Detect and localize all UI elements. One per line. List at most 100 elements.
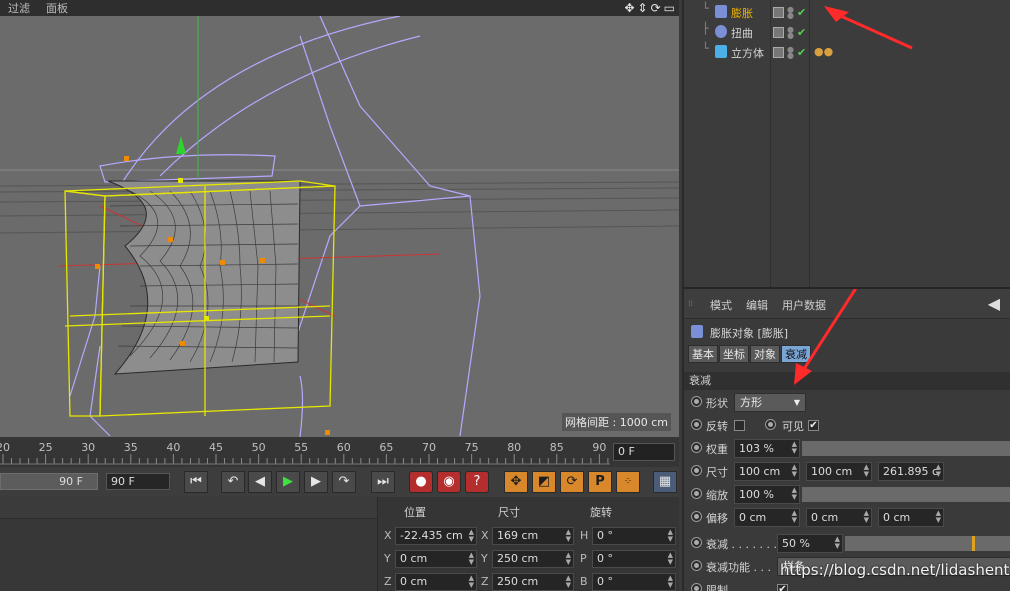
tick-label: 35: [124, 441, 138, 454]
spinner-icon[interactable]: ▲ ▼: [469, 575, 474, 589]
spinner-icon[interactable]: ▲ ▼: [936, 510, 941, 524]
go-end-icon[interactable]: ⏭: [371, 471, 395, 493]
tab-coord[interactable]: 坐标: [719, 345, 749, 363]
menu-filter[interactable]: 过滤: [8, 0, 30, 16]
row-shape: 形状 方形 ▼: [684, 391, 1010, 414]
offset-z-field[interactable]: 0 cm ▲ ▼: [878, 508, 944, 527]
spinner-icon[interactable]: ▲ ▼: [668, 575, 673, 589]
spinner-icon[interactable]: ▲ ▼: [792, 441, 797, 455]
menu-panel[interactable]: 面板: [46, 0, 68, 16]
visible-checkbox[interactable]: ✔: [808, 420, 819, 431]
field-value: 0 cm: [883, 511, 911, 524]
anim-radio-icon[interactable]: [691, 396, 702, 407]
position-y-field[interactable]: 0 cm ▲ ▼: [395, 550, 477, 568]
ruler-ticks[interactable]: 20 25 30 35 40 45 50 55 60 65 70 75 80 85 90: [0, 437, 610, 467]
anim-radio-icon[interactable]: [691, 511, 702, 522]
maximize-icon[interactable]: ▭: [664, 1, 675, 15]
parameter-icon[interactable]: P: [588, 471, 612, 493]
menu-mode[interactable]: 模式: [710, 297, 732, 313]
shape-dropdown[interactable]: 方形 ▼: [734, 393, 806, 412]
rotation-p-field[interactable]: 0 ° ▲ ▼: [592, 550, 676, 568]
anim-radio-icon[interactable]: [691, 583, 702, 591]
spinner-icon[interactable]: ▲ ▼: [936, 464, 941, 478]
preview-end-slider[interactable]: 90 F: [0, 473, 98, 490]
tick-label: 40: [166, 441, 180, 454]
spinner-icon[interactable]: ▲ ▼: [792, 464, 797, 478]
limit-checkbox[interactable]: ✔: [777, 584, 788, 591]
anim-radio-icon[interactable]: [765, 419, 776, 430]
weight-label: 权重: [706, 443, 728, 456]
move-view-icon[interactable]: ✥: [624, 1, 634, 15]
size-x-field[interactable]: 169 cm ▲ ▼: [492, 527, 574, 545]
play-icon[interactable]: ▶: [276, 471, 300, 493]
rotate-tool-icon[interactable]: ⟳: [560, 471, 584, 493]
timeline-icon[interactable]: ▦: [653, 471, 677, 493]
back-arrow-icon[interactable]: ◀: [988, 294, 1000, 313]
prev-frame-icon[interactable]: ◀: [248, 471, 272, 493]
spinner-icon[interactable]: ▲ ▼: [566, 575, 571, 589]
tab-basic[interactable]: 基本: [688, 345, 718, 363]
spinner-icon[interactable]: ▲ ▼: [864, 510, 869, 524]
size-z-field[interactable]: 261.895 c ▲ ▼: [878, 462, 944, 481]
spinner-icon[interactable]: ▲ ▼: [864, 464, 869, 478]
spinner-icon[interactable]: ▲ ▼: [566, 552, 571, 566]
anim-radio-icon[interactable]: [691, 488, 702, 499]
anim-radio-icon[interactable]: [691, 419, 702, 430]
falloff-field[interactable]: 50 % ▲ ▼: [777, 534, 843, 553]
position-x-field[interactable]: -22.435 cm ▲ ▼: [395, 527, 477, 545]
points-icon[interactable]: ⁘: [616, 471, 640, 493]
menu-edit[interactable]: 编辑: [746, 297, 768, 313]
grip-icon[interactable]: ⁞⁞: [688, 299, 693, 308]
scale-tool-icon[interactable]: ◩: [532, 471, 556, 493]
y-axis-handle[interactable]: [176, 136, 186, 154]
anim-radio-icon[interactable]: [691, 442, 702, 453]
tick-label: 45: [209, 441, 223, 454]
next-frame-icon[interactable]: ▶: [304, 471, 328, 493]
anim-radio-icon[interactable]: [691, 537, 702, 548]
size-z-field[interactable]: 250 cm ▲ ▼: [492, 573, 574, 591]
spinner-icon[interactable]: ▲ ▼: [469, 529, 474, 543]
weight-field[interactable]: 103 % ▲ ▼: [734, 439, 800, 458]
autokey-icon[interactable]: ◉: [437, 471, 461, 493]
offset-x-field[interactable]: 0 cm ▲ ▼: [734, 508, 800, 527]
spinner-icon[interactable]: ▲ ▼: [668, 529, 673, 543]
spinner-icon[interactable]: ▲ ▼: [835, 536, 840, 550]
spinner-icon[interactable]: ▲ ▼: [792, 510, 797, 524]
anim-radio-icon[interactable]: [691, 560, 702, 571]
tab-object[interactable]: 对象: [750, 345, 780, 363]
dolly-icon[interactable]: ⇕: [638, 1, 648, 15]
weight-slider[interactable]: [802, 441, 1010, 456]
timeline-ruler[interactable]: 20 25 30 35 40 45 50 55 60 65 70 75 80 85 90 0 F: [0, 437, 679, 467]
size-y-field[interactable]: 100 cm ▲ ▼: [806, 462, 872, 481]
rotation-b-field[interactable]: 0 ° ▲ ▼: [592, 573, 676, 591]
keyframe-help-icon[interactable]: ?: [465, 471, 489, 493]
go-start-icon[interactable]: ⏮: [184, 471, 208, 493]
spinner-icon[interactable]: ▲ ▼: [469, 552, 474, 566]
prev-key-icon[interactable]: ↶: [221, 471, 245, 493]
record-icon[interactable]: ●: [409, 471, 433, 493]
end-frame-field[interactable]: 90 F: [106, 473, 170, 490]
current-frame-field[interactable]: 0 F: [613, 443, 675, 461]
scene-view[interactable]: [0, 16, 679, 437]
coordinates-left-header: [0, 497, 377, 519]
scale-slider[interactable]: [802, 487, 1010, 502]
falloff-slider[interactable]: [845, 536, 1010, 551]
rotation-h-field[interactable]: 0 ° ▲ ▼: [592, 527, 676, 545]
anim-radio-icon[interactable]: [691, 465, 702, 476]
invert-checkbox[interactable]: [734, 420, 745, 431]
menu-user-data[interactable]: 用户数据: [782, 297, 826, 313]
tab-falloff[interactable]: 衰减: [781, 345, 811, 363]
spinner-icon[interactable]: ▲ ▼: [792, 487, 797, 501]
size-x-field[interactable]: 100 cm ▲ ▼: [734, 462, 800, 481]
offset-y-field[interactable]: 0 cm ▲ ▼: [806, 508, 872, 527]
size-y-field[interactable]: 250 cm ▲ ▼: [492, 550, 574, 568]
scale-field[interactable]: 100 % ▲ ▼: [734, 485, 800, 504]
spinner-icon[interactable]: ▲ ▼: [566, 529, 571, 543]
rotate-view-icon[interactable]: ⟳: [651, 1, 661, 15]
viewport[interactable]: 过滤 面板 ✥ ⇕ ⟳ ▭ 网格间距: 1000 cm: [0, 0, 679, 437]
position-z-field[interactable]: 0 cm ▲ ▼: [395, 573, 477, 591]
tick-label: 80: [507, 441, 521, 454]
next-key-icon[interactable]: ↷: [332, 471, 356, 493]
move-tool-icon[interactable]: ✥: [504, 471, 528, 493]
spinner-icon[interactable]: ▲ ▼: [668, 552, 673, 566]
